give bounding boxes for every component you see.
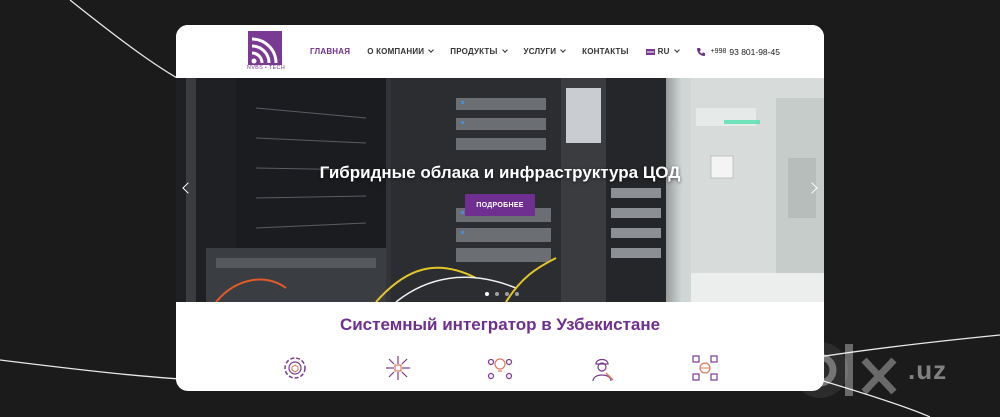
feature-icons: [176, 354, 824, 384]
flag-icon: [645, 48, 655, 55]
network-hub-icon: [386, 356, 410, 380]
slider-dot[interactable]: [515, 292, 519, 296]
idea-people-icon: [487, 358, 513, 380]
slider-dot[interactable]: [485, 292, 489, 296]
server-room-image: [176, 78, 824, 302]
chevron-down-icon: [560, 47, 567, 53]
chevron-down-icon: [428, 47, 435, 53]
nav-item-contacts[interactable]: КОНТАКТЫ: [582, 47, 628, 56]
hero-slider: Гибридные облака и инфраструктура ЦОД ПО…: [176, 78, 824, 302]
hero-title: Гибридные облака и инфраструктура ЦОД: [319, 163, 681, 182]
chevron-down-icon: [673, 47, 680, 53]
nav-item-home[interactable]: ГЛАВНАЯ: [310, 47, 350, 56]
slider-dot[interactable]: [495, 292, 499, 296]
website-card: NVBS • TECH ГЛАВНАЯ О КОМПАНИИ ПРОДУКТЫ …: [176, 25, 824, 391]
chevron-down-icon: [501, 47, 508, 53]
language-label: RU: [657, 47, 670, 56]
nav-item-label: О КОМПАНИИ: [367, 47, 425, 56]
logo-text: NVBS • TECH: [246, 65, 286, 71]
nav-item-services[interactable]: УСЛУГИ: [523, 47, 567, 56]
nav-item-label: ГЛАВНАЯ: [310, 47, 351, 56]
phone-icon: [696, 47, 705, 56]
global-network-icon: [692, 355, 718, 381]
nav-item-products[interactable]: ПРОДУКТЫ: [450, 47, 508, 56]
slider-dots: [482, 292, 522, 296]
nav-item-label: ПРОДУКТЫ: [450, 47, 498, 56]
phone-prefix: +998: [710, 48, 727, 55]
language-selector[interactable]: RU: [645, 47, 680, 56]
section-title: Системный интегратор в Узбекистане: [339, 315, 661, 334]
hero-more-button[interactable]: ПОДРОБНЕЕ: [465, 194, 535, 216]
engineer-icon: [592, 358, 614, 382]
gear-shield-icon: [284, 357, 306, 379]
main-nav: ГЛАВНАЯ О КОМПАНИИ ПРОДУКТЫ УСЛУГИ КОНТА…: [310, 25, 780, 78]
phone-number: 93 801-98-45: [729, 46, 780, 57]
slider-dot[interactable]: [505, 292, 509, 296]
nav-item-label: КОНТАКТЫ: [582, 47, 629, 56]
olx-watermark-icon: [792, 342, 897, 398]
phone-link[interactable]: +998 93 801-98-45: [696, 47, 780, 57]
nav-item-about[interactable]: О КОМПАНИИ: [367, 47, 435, 56]
site-header: NVBS • TECH ГЛАВНАЯ О КОМПАНИИ ПРОДУКТЫ …: [176, 25, 824, 78]
nav-item-label: УСЛУГИ: [523, 47, 557, 56]
watermark-text: .uz: [908, 355, 948, 385]
